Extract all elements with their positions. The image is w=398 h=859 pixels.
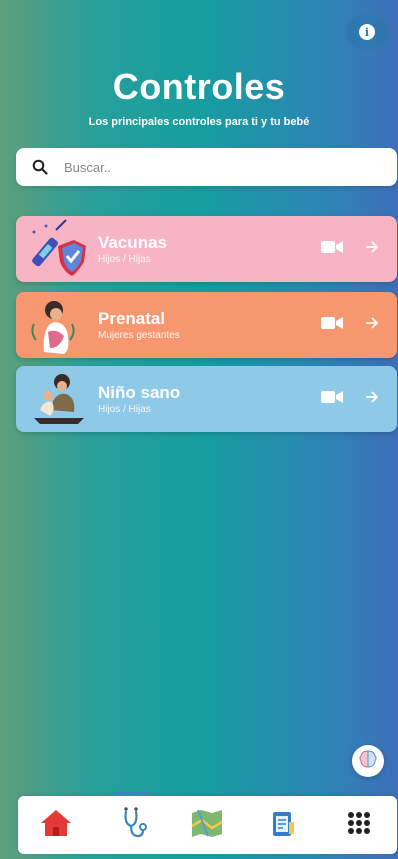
card-title: Vacunas — [98, 232, 167, 252]
nav-map[interactable] — [177, 796, 237, 854]
map-icon — [190, 808, 224, 843]
brain-button[interactable] — [352, 745, 384, 777]
nav-controles[interactable] — [102, 792, 162, 854]
video-camera-icon[interactable] — [321, 240, 343, 258]
nav-home[interactable] — [26, 796, 86, 854]
home-icon — [39, 808, 73, 843]
video-camera-icon[interactable] — [321, 390, 343, 408]
page-title: Controles — [112, 66, 286, 107]
mother-child-illustration — [26, 366, 92, 432]
card-nino-sano[interactable]: Niño sano Hijos / Hijas — [16, 366, 397, 432]
video-camera-icon[interactable] — [321, 316, 343, 334]
vaccine-illustration — [26, 216, 92, 282]
card-title: Prenatal — [98, 308, 166, 328]
brain-icon — [357, 748, 379, 775]
arrow-right-icon[interactable] — [365, 316, 379, 335]
card-subtitle: Hijos / Hijas — [98, 253, 151, 265]
nav-records[interactable] — [253, 796, 313, 854]
bottom-nav — [18, 792, 397, 854]
card-title: Niño sano — [98, 382, 181, 402]
arrow-right-icon[interactable] — [365, 390, 379, 409]
clipboard-icon — [270, 808, 296, 843]
nav-menu[interactable] — [329, 796, 389, 854]
pregnant-woman-illustration — [26, 292, 92, 358]
info-icon: i — [359, 24, 375, 40]
card-subtitle: Mujeres gestantes — [98, 329, 180, 341]
stethoscope-icon — [117, 806, 147, 845]
card-vacunas[interactable]: Vacunas Hijos / Hijas — [16, 216, 397, 282]
page-subtitle: Los principales controles para ti y tu b… — [88, 116, 310, 128]
search-icon — [16, 159, 64, 175]
search-input[interactable] — [64, 159, 364, 175]
card-prenatal[interactable]: Prenatal Mujeres gestantes — [16, 292, 397, 358]
arrow-right-icon[interactable] — [365, 240, 379, 259]
info-button[interactable]: i — [346, 15, 388, 49]
search-bar[interactable] — [16, 148, 397, 186]
card-subtitle: Hijos / Hijas — [98, 403, 151, 415]
apps-grid-icon — [346, 810, 372, 841]
